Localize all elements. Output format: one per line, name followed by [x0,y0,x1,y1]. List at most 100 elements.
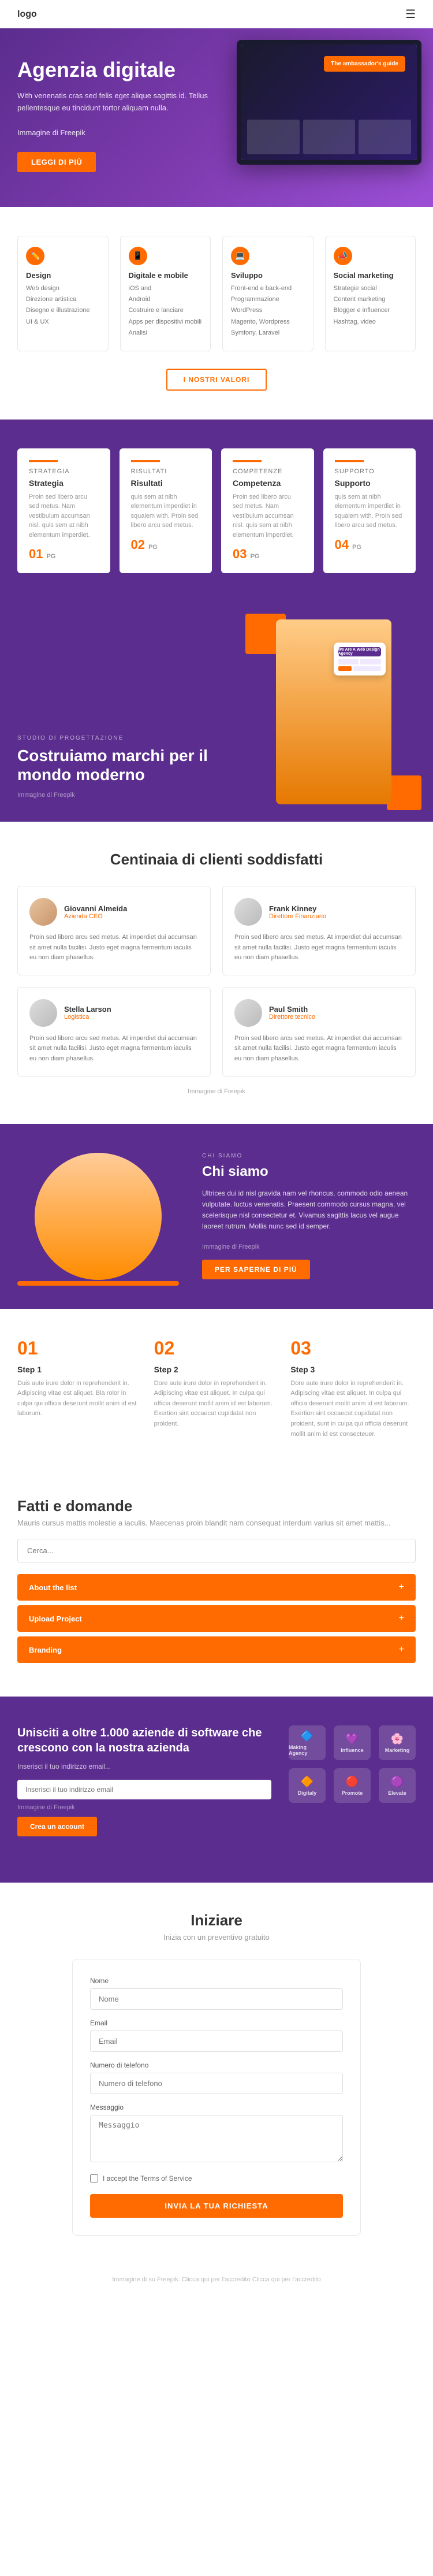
stat-card: SUPPORTO Supporto quis sem at nibh eleme… [323,448,416,574]
list-item: iOS and [129,284,203,293]
stat-desc: Proin sed libero arcu sed metus. Nam ves… [29,492,99,540]
list-item: Symfony, Laravel [231,329,305,337]
form-message-group: Messaggio [90,2103,343,2165]
partner-logo-icon: 🔶 [301,1776,313,1788]
partner-logo: 🟣 Elevate [379,1768,416,1803]
faq-chevron-icon: + [399,1613,404,1624]
stat-title: Strategia [29,478,99,488]
testimonial-meta: Giovanni Almeida Azienda CEO [64,904,127,920]
get-started-subtitle: Inizia con un preventivo gratuito [17,1933,416,1942]
stat-label: RISULTATI [131,468,201,475]
stat-label: STRATEGIA [29,468,99,475]
partner-logo-name: Digitaly [298,1790,317,1796]
step-card: 01 Step 1 Duis aute irure dolor in repre… [17,1338,143,1440]
list-item: Programmazione [231,295,305,304]
hero-laptop: The ambassador's guide [237,40,421,165]
footer-note: Immagine di su Freepik. Clicca qui per l… [0,2276,433,2283]
form-phone-group: Numero di telefono [90,2061,343,2094]
who-text: Ultrices dui id nisl gravida nam vel rho… [202,1188,416,1233]
testimonial-card: Paul Smith Direttore tecnico Proin sed l… [222,987,416,1077]
faq-item[interactable]: Upload Project + [17,1605,416,1632]
partners-email-input[interactable] [17,1780,271,1799]
partners-logos: 🔷 Making Agency 💜 Influence 🌸 Marketing … [289,1725,416,1803]
step-number: 02 [154,1338,279,1359]
partner-logo: 🌸 Marketing [379,1725,416,1760]
stat-num: 02 PG [131,537,201,552]
services-values-button[interactable]: I NOSTRI VALORI [166,369,267,391]
testimonial-card: Stella Larson Logistica Proin sed libero… [17,987,211,1077]
faq-item[interactable]: About the list + [17,1574,416,1601]
laptop-paper-1 [247,120,300,154]
faq-items: About the list + Upload Project + Brandi… [17,1574,416,1663]
step-card: 03 Step 3 Dore aute irure dolor in repre… [290,1338,416,1440]
testimonial-role: Azienda CEO [64,913,127,920]
get-started-title: Iniziare [17,1911,416,1929]
who-credit: Immagine di Freepik [202,1244,416,1250]
who-cta-button[interactable]: PER SAPERNE DI PIÙ [202,1260,310,1279]
testimonial-header: Stella Larson Logistica [29,999,199,1027]
form-phone-input[interactable] [90,2073,343,2094]
faq-item[interactable]: Branding + [17,1636,416,1663]
partners-subtitle: Inserisci il tuo indirizzo email... [17,1761,271,1772]
stat-desc: quis sem at nibh elementum imperdiet in … [335,492,405,530]
testimonials-section: Centinaia di clienti soddisfatti Giovann… [0,822,433,1124]
service-title: Digitale e mobile [129,271,203,280]
studio-credit: Immagine di Freepik [17,792,216,799]
studio-image: We Are A Web Design Agency [234,602,433,822]
form-phone-label: Numero di telefono [90,2061,343,2069]
partner-logo-name: Promote [342,1790,363,1796]
testimonials-grid: Giovanni Almeida Azienda CEO Proin sed l… [17,886,416,1077]
stat-num-label: PG [251,553,260,560]
list-item: Hashtag, video [334,318,408,326]
form-submit-button[interactable]: Invia la tua richiesta [90,2194,343,2218]
partner-logo: 🔷 Making Agency [289,1725,326,1760]
step-text: Duis aute irure dolor in reprehenderit i… [17,1379,143,1419]
laptop-paper-3 [359,120,411,154]
form-message-textarea[interactable] [90,2115,343,2162]
partners-join-button[interactable]: Crea un account [17,1817,97,1836]
partners-text: Unisciti a oltre 1.000 aziende di softwa… [17,1725,271,1836]
step-card: 02 Step 2 Dore aute irure dolor in repre… [154,1338,279,1440]
step-number: 03 [290,1338,416,1359]
testimonial-header: Giovanni Almeida Azienda CEO [29,898,199,926]
testimonial-header: Frank Kinney Direttore Finanziario [234,898,404,926]
testimonial-name: Stella Larson [64,1005,111,1014]
who-circle [35,1153,162,1280]
list-item: Web design [26,284,100,293]
form-email-group: Email [90,2019,343,2052]
who-title: Chi siamo [202,1164,416,1180]
logo: logo [17,9,37,20]
step-text: Dore aute irure dolor in reprehenderit i… [154,1379,279,1430]
stats-grid: STRATEGIA Strategia Proin sed libero arc… [17,448,416,574]
testimonial-role: Direttore Finanziario [269,913,326,920]
who-subtitle: CHI SIAMO [202,1153,416,1159]
form-email-input[interactable] [90,2031,343,2052]
stat-num-label: PG [47,553,56,560]
service-card: ✏️ Design Web designDirezione artisticaD… [17,236,109,351]
faq-subtitle: Mauris cursus mattis molestie a iaculis.… [17,1519,416,1527]
testimonial-text: Proin sed libero arcu sed metus. At impe… [29,1034,199,1064]
menu-icon[interactable]: ☰ [405,7,416,21]
services-btn-wrap: I NOSTRI VALORI [17,369,416,391]
stat-title: Competenza [233,478,303,488]
hero-cta-button[interactable]: LEGGI DI PIÙ [17,152,96,172]
stat-card: STRATEGIA Strategia Proin sed libero arc… [17,448,110,574]
stat-orange-bar [233,460,262,462]
form-name-input[interactable] [90,1988,343,2010]
service-list: Strategie socialContent marketingBlogger… [334,284,408,327]
who-content: CHI SIAMO Chi siamo Ultrices dui id nisl… [202,1153,416,1280]
form-email-label: Email [90,2019,343,2027]
services-grid: ✏️ Design Web designDirezione artisticaD… [17,236,416,351]
list-item: UI & UX [26,318,100,326]
testimonial-name: Giovanni Almeida [64,904,127,913]
steps-section: 01 Step 1 Duis aute irure dolor in repre… [0,1309,433,1469]
service-icon: 📱 [129,247,147,265]
service-icon: ✏️ [26,247,44,265]
laptop-screen: The ambassador's guide [241,44,417,160]
faq-search-input[interactable] [17,1539,416,1562]
list-item: Front-end e back-end [231,284,305,293]
stat-num-label: PG [148,544,158,551]
terms-checkbox[interactable] [90,2174,98,2182]
testimonial-text: Proin sed libero arcu sed metus. At impe… [234,1034,404,1064]
form-name-group: Nome [90,1977,343,2010]
